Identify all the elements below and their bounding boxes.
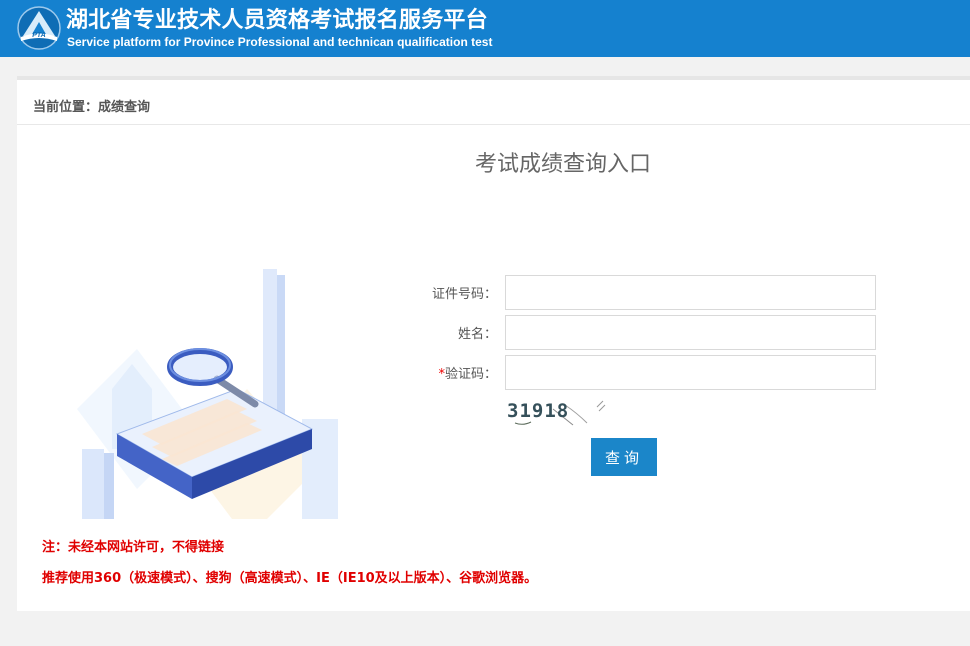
captcha-image[interactable]: 31918 xyxy=(503,395,607,431)
search-illustration xyxy=(77,269,338,519)
captcha-text: 31918 xyxy=(507,400,569,422)
query-button[interactable]: 查询 xyxy=(591,438,657,476)
captcha-label-text: 验证码： xyxy=(444,367,497,382)
name-label: 姓名： xyxy=(457,327,497,342)
query-form-title: 考试成绩查询入口 xyxy=(475,152,652,177)
breadcrumb-divider xyxy=(17,124,970,125)
pta-logo-icon: PTA xyxy=(17,6,61,50)
main-panel: 当前位置：成绩查询 考试成绩查询入口 证件号码： 姓名： *验证码： 31918… xyxy=(17,79,970,611)
top-header: PTA 湖北省专业技术人员资格考试报名服务平台 Service platform… xyxy=(0,0,970,57)
name-input[interactable] xyxy=(505,315,876,350)
site-title: 湖北省专业技术人员资格考试报名服务平台 xyxy=(66,8,488,33)
captcha-label: *验证码： xyxy=(377,363,497,382)
logo-text: PTA xyxy=(32,32,45,39)
id-number-label: 证件号码： xyxy=(431,287,497,302)
site-subtitle: Service platform for Province Profession… xyxy=(67,35,493,49)
panel-top-border xyxy=(17,76,970,80)
captcha-input[interactable] xyxy=(505,355,876,390)
breadcrumb: 当前位置：成绩查询 xyxy=(33,100,151,115)
id-number-input[interactable] xyxy=(505,275,876,310)
browser-recommendation-note: 推荐使用360（极速模式）、搜狗（高速模式）、IE（IE10及以上版本）、谷歌浏… xyxy=(42,571,538,586)
link-warning-note: 注：未经本网站许可，不得链接 xyxy=(42,540,225,555)
